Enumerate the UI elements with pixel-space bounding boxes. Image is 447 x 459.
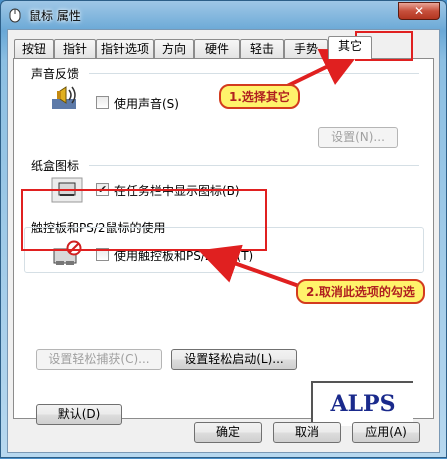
arrow-to-touchpad-option xyxy=(198,244,300,288)
callout-step-2: 2.取消此选项的勾选 xyxy=(296,279,425,304)
callout-step-1: 1.选择其它 xyxy=(219,84,300,109)
annotation-arrows xyxy=(198,49,363,288)
tab-other[interactable]: 其它 xyxy=(328,36,372,59)
mouse-properties-window: 鼠标 属性 ✕ 按钮 指针 指针选项 方向 硬件 轻击 手势 其它 声音反馈 使… xyxy=(0,0,447,458)
